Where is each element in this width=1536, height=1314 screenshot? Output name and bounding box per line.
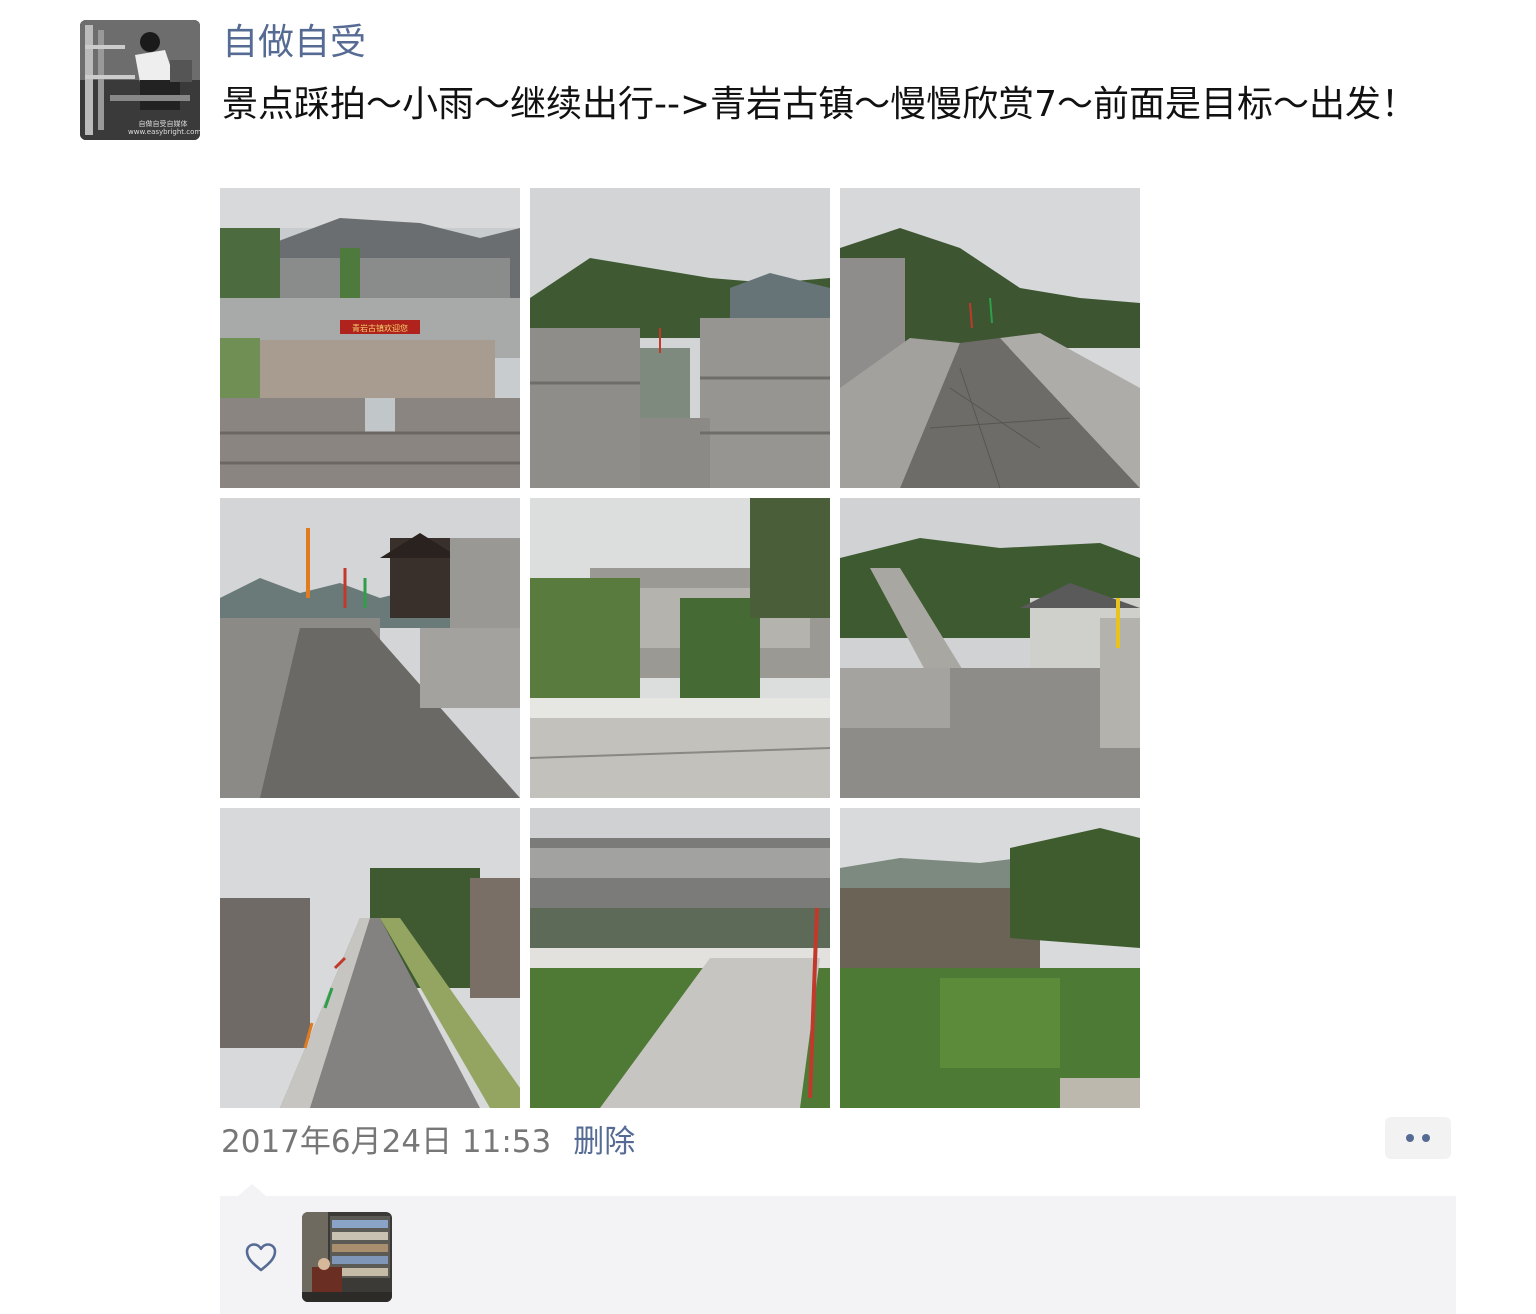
photo-8[interactable] <box>530 808 830 1108</box>
photo-4[interactable] <box>220 498 520 798</box>
photo-7[interactable] <box>220 808 520 1108</box>
post-text: 景点踩拍～小雨～继续出行-->青岩古镇～慢慢欣赏7～前面是目标～出发！ <box>222 84 1418 125</box>
liker-avatar[interactable] <box>302 1212 392 1302</box>
likes-panel <box>220 1196 1456 1314</box>
author-name[interactable]: 自做自受 <box>222 20 366 66</box>
welcome-sign: 青岩古镇欢迎您 <box>352 323 408 333</box>
post-meta: 2017年6月24日 11:53 删除 <box>221 1116 635 1160</box>
more-dot-icon <box>1422 1134 1430 1142</box>
photo-6[interactable] <box>840 498 1140 798</box>
post-timestamp: 2017年6月24日 11:53 <box>221 1123 552 1160</box>
photo-9[interactable] <box>840 808 1140 1108</box>
photo-3[interactable] <box>840 188 1140 488</box>
panel-arrow <box>238 1184 266 1196</box>
avatar-watermark: 自做自受自媒体 www.easybright.com <box>128 120 200 136</box>
photo-grid: 青岩古镇欢迎您 <box>220 188 1140 1108</box>
delete-button[interactable]: 删除 <box>573 1116 635 1161</box>
photo-5[interactable] <box>530 498 830 798</box>
more-dot-icon <box>1406 1134 1414 1142</box>
more-actions-button[interactable] <box>1385 1117 1451 1159</box>
photo-2[interactable] <box>530 188 830 488</box>
heart-icon <box>245 1243 277 1272</box>
author-avatar[interactable]: 自做自受自媒体 www.easybright.com <box>80 20 200 140</box>
photo-1[interactable]: 青岩古镇欢迎您 <box>220 188 520 488</box>
